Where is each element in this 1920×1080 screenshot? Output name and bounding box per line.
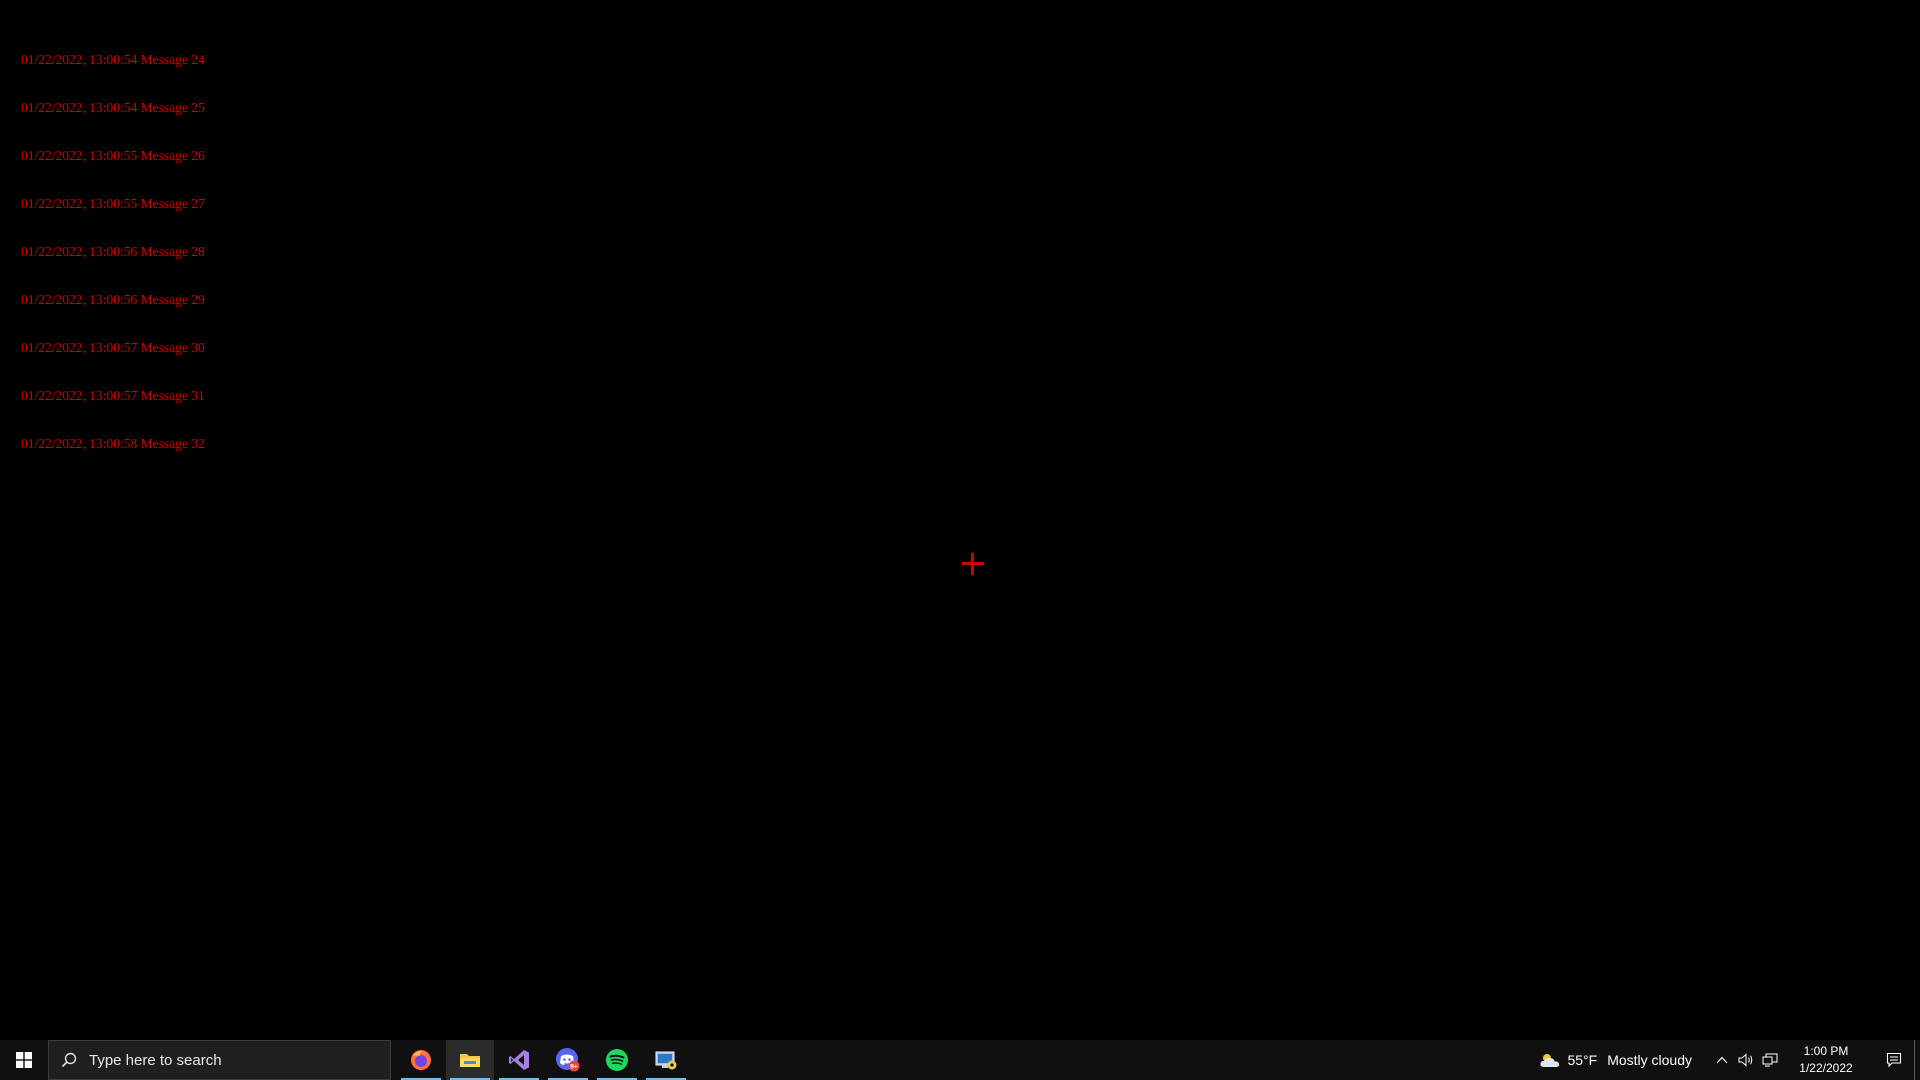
crosshair-icon bbox=[962, 553, 984, 575]
weather-widget[interactable]: 55°F Mostly cloudy bbox=[1539, 1051, 1692, 1069]
control-panel-icon bbox=[655, 1051, 677, 1070]
log-line: 01/22/2022, 13:00:58 Message 32 bbox=[21, 436, 205, 451]
network-icon bbox=[1762, 1053, 1778, 1067]
show-desktop-button[interactable] bbox=[1914, 1040, 1920, 1080]
taskbar-app-firefox[interactable] bbox=[397, 1040, 445, 1080]
action-center-button[interactable] bbox=[1874, 1040, 1914, 1080]
notification-icon bbox=[1886, 1052, 1902, 1068]
search-icon bbox=[61, 1052, 77, 1068]
crosshair-vertical bbox=[971, 553, 974, 575]
cloudy-weather-icon bbox=[1540, 1054, 1560, 1067]
spotify-icon bbox=[606, 1049, 628, 1071]
weather-description: Mostly cloudy bbox=[1607, 1052, 1692, 1068]
search-box[interactable]: Type here to search bbox=[48, 1040, 391, 1080]
taskbar-app-discord[interactable]: 9+ bbox=[544, 1040, 592, 1080]
volume-button[interactable] bbox=[1734, 1040, 1758, 1080]
firefox-icon bbox=[411, 1050, 431, 1070]
taskbar-app-spotify[interactable] bbox=[593, 1040, 641, 1080]
search-placeholder: Type here to search bbox=[89, 1051, 222, 1069]
visual-studio-icon bbox=[509, 1050, 529, 1070]
chevron-up-icon bbox=[1716, 1056, 1728, 1064]
taskbar-app-control-panel[interactable] bbox=[642, 1040, 690, 1080]
log-line: 01/22/2022, 13:00:57 Message 30 bbox=[21, 340, 205, 355]
taskbar-app-visual-studio[interactable] bbox=[495, 1040, 543, 1080]
log-line: 01/22/2022, 13:00:55 Message 27 bbox=[21, 196, 205, 211]
speaker-icon bbox=[1738, 1053, 1753, 1067]
system-tray: 55°F Mostly cloudy 1:00 PM 1/22/2022 bbox=[1539, 1040, 1920, 1080]
windows-logo-icon bbox=[16, 1052, 32, 1068]
weather-temperature: 55°F bbox=[1567, 1052, 1598, 1068]
taskbar-apps: 9+ bbox=[397, 1040, 691, 1080]
log-line: 01/22/2022, 13:00:54 Message 25 bbox=[21, 100, 205, 115]
file-explorer-icon bbox=[460, 1054, 480, 1067]
show-hidden-icons-button[interactable] bbox=[1710, 1040, 1734, 1080]
log-line: 01/22/2022, 13:00:56 Message 28 bbox=[21, 244, 205, 259]
discord-icon: 9+ bbox=[556, 1048, 580, 1072]
clock[interactable]: 1:00 PM 1/22/2022 bbox=[1786, 1043, 1866, 1077]
taskbar: Type here to search 9+ 55°F Mostly cloud… bbox=[0, 1040, 1920, 1080]
start-button[interactable] bbox=[0, 1040, 48, 1080]
taskbar-app-file-explorer[interactable] bbox=[446, 1040, 494, 1080]
discord-badge: 9+ bbox=[570, 1063, 578, 1070]
log-line: 01/22/2022, 13:00:54 Message 24 bbox=[21, 52, 205, 67]
clock-time: 1:00 PM bbox=[1803, 1044, 1849, 1058]
network-button[interactable] bbox=[1758, 1040, 1782, 1080]
clock-date: 1/22/2022 bbox=[1799, 1061, 1853, 1075]
log-line: 01/22/2022, 13:00:57 Message 31 bbox=[21, 388, 205, 403]
log-line: 01/22/2022, 13:00:56 Message 29 bbox=[21, 292, 205, 307]
log-line: 01/22/2022, 13:00:55 Message 26 bbox=[21, 148, 205, 163]
log-overlay: 01/22/2022, 13:00:54 Message 24 01/22/20… bbox=[21, 20, 205, 468]
